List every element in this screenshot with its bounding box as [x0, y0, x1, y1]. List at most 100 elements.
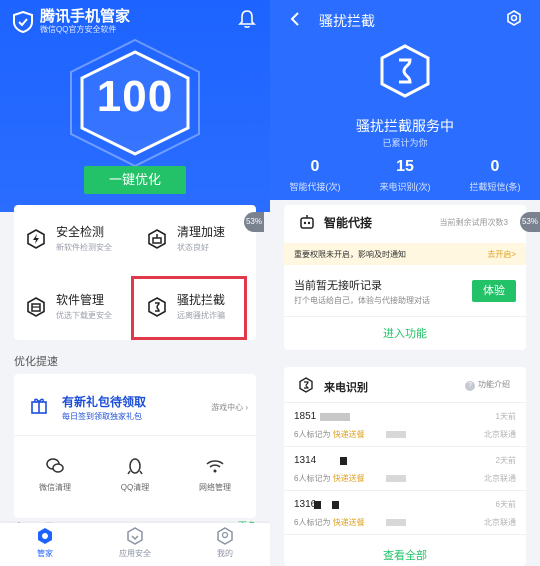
caller-id-title: 来电识别	[324, 382, 368, 394]
gift-icon	[31, 398, 47, 414]
tool-qq-clean[interactable]: QQ清理	[95, 456, 175, 493]
enter-feature-link[interactable]: 进入功能	[284, 316, 526, 350]
tab-label: 应用安全	[119, 549, 151, 558]
try-button[interactable]: 体验	[472, 280, 516, 302]
feature-subtitle: 新软件检测安全	[56, 243, 112, 252]
broom-icon	[148, 228, 166, 249]
tool-network-manage[interactable]: 网络管理	[175, 456, 255, 493]
no-record-subtitle: 打个电话给自己，体验与代接助理对话	[294, 296, 430, 305]
help-icon: ?	[465, 381, 475, 391]
call-time: 2天前	[495, 456, 516, 465]
gift-subtitle: 每日签到领取独家礼包	[62, 412, 142, 421]
feature-title: 安全检测	[56, 225, 105, 239]
app-subtitle: 微信QQ官方安全软件	[40, 25, 117, 34]
redacted-tag	[386, 475, 406, 482]
mark-tag: 快递送餐	[332, 474, 365, 483]
smart-answer-header: 智能代接 当前剩余试用次数3	[284, 205, 526, 239]
mark-label: 6人标记为 快递送餐	[294, 473, 365, 484]
gift-banner[interactable]: 有新礼包待领取 每日签到领取独家礼包 游戏中心 ›	[14, 374, 256, 436]
tool-label: QQ清理	[120, 483, 150, 492]
chevron-right-icon: ›	[245, 403, 248, 412]
tab-me[interactable]: 我的	[180, 523, 270, 566]
view-all-link[interactable]: 查看全部	[284, 547, 526, 563]
one-click-optimize-button[interactable]: 一键优化	[84, 166, 186, 194]
settings-gear-icon[interactable]	[506, 10, 522, 26]
section-title: 优化提速	[14, 356, 58, 368]
app-box-icon	[27, 296, 45, 317]
no-record-title: 当前暂无接听记录	[294, 280, 382, 292]
feature-intro-link[interactable]: ? 功能介绍	[465, 379, 510, 391]
tab-home[interactable]: 管家	[0, 523, 90, 566]
app-security-icon	[127, 527, 143, 545]
gift-title: 有新礼包待领取	[62, 395, 147, 409]
smart-answer-title: 智能代接	[324, 216, 373, 230]
caller-id-card: 来电识别 ? 功能介绍 1851 6人标记为 快递送餐 1天前 北京联通 1314…	[284, 367, 526, 566]
stat-value: 0	[490, 158, 500, 175]
feature-app-manager[interactable]: 软件管理 优选下载更安全	[14, 273, 135, 340]
carrier: 北京联通	[484, 474, 516, 483]
redacted-tag	[386, 431, 406, 438]
optimize-card: 有新礼包待领取 每日签到领取独家礼包 游戏中心 › 微信清理 QQ清理 网络管理	[14, 374, 256, 518]
tool-label: 网络管理	[199, 483, 231, 492]
bell-icon[interactable]	[238, 9, 256, 29]
stat-label: 来电识别(次)	[379, 182, 431, 192]
app-title: 腾讯手机管家	[40, 8, 131, 25]
service-status: 骚扰拦截服务中	[356, 118, 454, 134]
stat-smart-answer: 0 智能代接(次)	[270, 158, 360, 193]
back-arrow-icon[interactable]	[290, 11, 300, 27]
page-title: 骚扰拦截	[319, 13, 375, 29]
caller-record-row[interactable]: 1316 6人标记为 快递送餐 6天前 北京联通	[284, 491, 526, 535]
stat-label: 智能代接(次)	[289, 182, 341, 192]
mark-tag: 快递送餐	[332, 430, 365, 439]
shield-logo-icon	[13, 10, 33, 33]
home-hex-icon	[38, 528, 52, 544]
progress-badge: 53%	[520, 212, 540, 232]
stat-value: 15	[396, 158, 414, 175]
stat-caller-id: 15 来电识别(次)	[360, 158, 450, 193]
block-header: 骚扰拦截 骚扰拦截服务中 已累计为你 0 智能代接(次) 15 来电识别(次) …	[270, 0, 540, 200]
permission-warning: 重要权限未开启，影响及时通知 去开启>	[284, 243, 526, 265]
warning-text: 重要权限未开启，影响及时通知	[294, 250, 406, 259]
mark-tag: 快递送餐	[332, 518, 365, 527]
feature-intro-label: 功能介绍	[478, 380, 510, 389]
accumulated-label: 已累计为你	[382, 138, 428, 148]
mark-prefix: 6人标记为	[294, 430, 331, 439]
stat-blocked-sms: 0 拦截短信(条)	[450, 158, 540, 193]
tab-label: 我的	[217, 549, 233, 558]
feature-subtitle: 优选下载更安全	[56, 311, 112, 320]
call-time: 1天前	[495, 412, 516, 421]
redacted-digits	[340, 457, 347, 465]
profile-icon	[217, 527, 233, 545]
feature-security-scan[interactable]: 安全检测 新软件检测安全	[14, 205, 135, 272]
tool-label: 微信清理	[39, 483, 71, 492]
stat-value: 0	[310, 158, 320, 175]
app-logo: 腾讯手机管家 微信QQ官方安全软件	[12, 8, 130, 35]
game-center-label: 游戏中心	[211, 403, 244, 412]
phone-number: 1314	[294, 455, 317, 466]
mark-label: 6人标记为 快递送餐	[294, 517, 365, 528]
redacted-tag	[386, 519, 406, 526]
robot-icon	[300, 215, 314, 229]
home-screen: 腾讯手机管家 微信QQ官方安全软件 100 一键优化 安全检测 新软件检测安全	[0, 0, 270, 566]
caller-record-row[interactable]: 1314 6人标记为 快递送餐 2天前 北京联通	[284, 447, 526, 491]
tool-wechat-clean[interactable]: 微信清理	[15, 456, 95, 493]
tab-app-security[interactable]: 应用安全	[90, 523, 180, 566]
game-center-link[interactable]: 游戏中心 ›	[211, 402, 248, 413]
feature-title: 软件管理	[56, 293, 105, 307]
carrier: 北京联通	[484, 430, 516, 439]
qq-penguin-icon	[127, 458, 143, 475]
caller-record-row[interactable]: 1851 6人标记为 快递送餐 1天前 北京联通	[284, 403, 526, 447]
wechat-icon	[46, 458, 64, 473]
feature-clean-boost[interactable]: 清理加速 状态良好	[135, 205, 256, 272]
mark-label: 6人标记为 快递送餐	[294, 429, 365, 440]
call-time: 6天前	[495, 500, 516, 509]
feature-subtitle: 状态良好	[177, 243, 209, 252]
redacted-digits	[320, 413, 350, 421]
stat-label: 拦截短信(条)	[469, 182, 521, 192]
home-header: 腾讯手机管家 微信QQ官方安全软件 100 一键优化	[0, 0, 270, 212]
phone-number: 1316	[294, 499, 317, 510]
lightning-shield-icon	[27, 228, 45, 249]
enable-permission-link[interactable]: 去开启>	[487, 249, 516, 260]
harassment-block-screen: 骚扰拦截 骚扰拦截服务中 已累计为你 0 智能代接(次) 15 来电识别(次) …	[270, 0, 540, 566]
smart-answer-card: 智能代接 当前剩余试用次数3 重要权限未开启，影响及时通知 去开启> 当前暂无接…	[284, 205, 526, 350]
